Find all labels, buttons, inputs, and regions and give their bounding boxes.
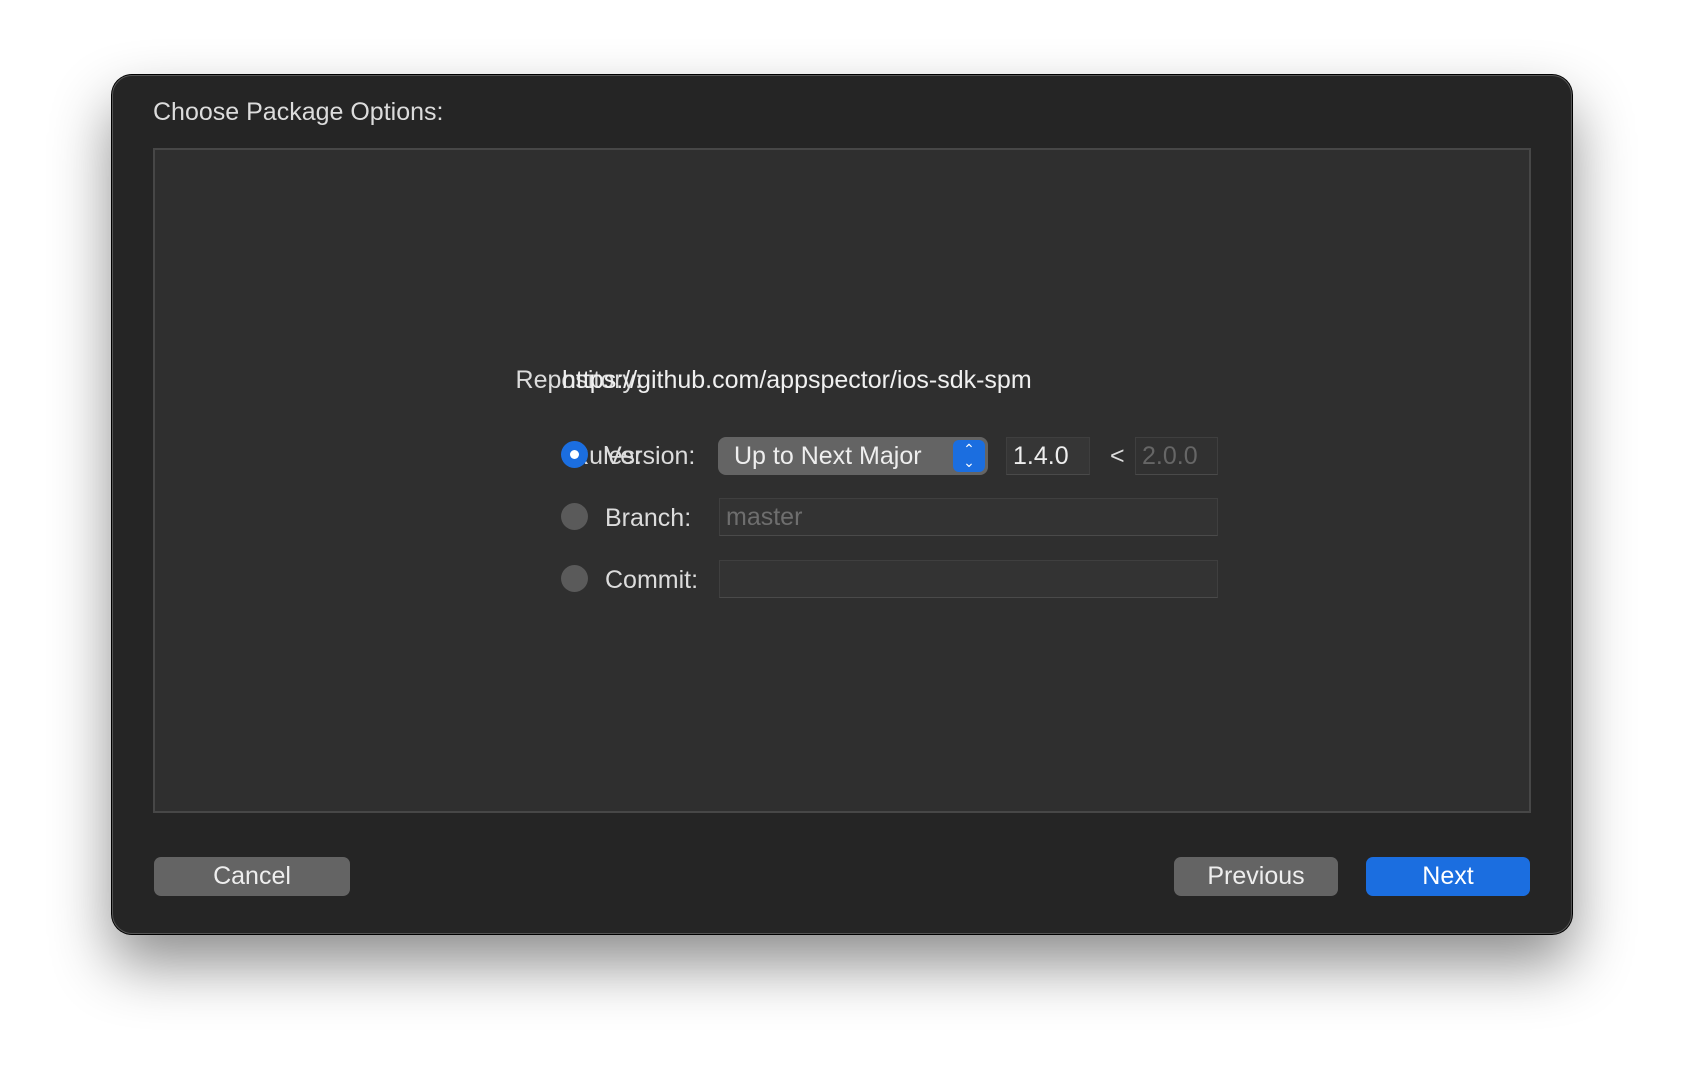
version-separator: < (1110, 442, 1125, 470)
version-radio[interactable] (561, 441, 588, 468)
branch-label: Branch: (605, 504, 692, 532)
options-panel: Repository: https://github.com/appspecto… (153, 148, 1531, 813)
dialog-title: Choose Package Options: (153, 98, 444, 126)
package-options-dialog: Choose Package Options: Repository: http… (112, 75, 1572, 934)
next-button[interactable]: Next (1366, 857, 1530, 896)
previous-button[interactable]: Previous (1174, 857, 1338, 896)
upper-version-field: 2.0.0 (1135, 437, 1218, 475)
cancel-button[interactable]: Cancel (154, 857, 350, 896)
version-rule-select[interactable]: Up to Next Major ⌃ ⌄ (718, 437, 988, 475)
commit-radio[interactable] (561, 565, 588, 592)
up-down-chevron-icon: ⌃ ⌄ (953, 440, 985, 472)
version-rule-value: Up to Next Major (734, 442, 922, 470)
branch-field[interactable]: master (719, 498, 1218, 536)
commit-field[interactable] (719, 560, 1218, 598)
repository-url: https://github.com/appspector/ios-sdk-sp… (562, 366, 1032, 394)
version-label: Version: (605, 442, 696, 470)
lower-version-field[interactable]: 1.4.0 (1006, 437, 1090, 475)
branch-radio[interactable] (561, 503, 588, 530)
commit-label: Commit: (605, 566, 699, 594)
